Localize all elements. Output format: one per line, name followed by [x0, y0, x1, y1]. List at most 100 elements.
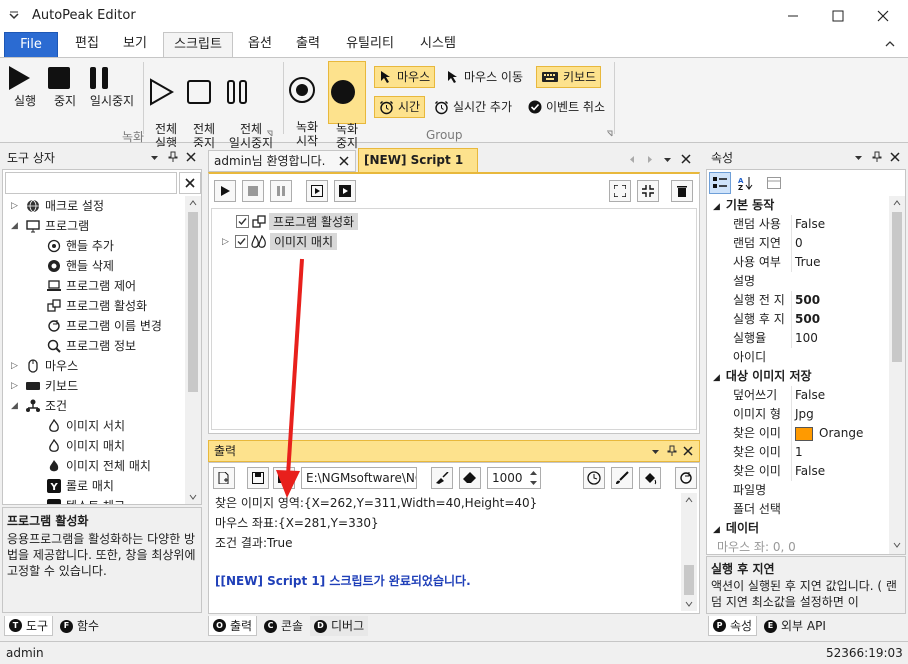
- tree-item-keyboard[interactable]: ▷ 키보드: [11, 376, 78, 396]
- new-log-button[interactable]: [213, 467, 235, 489]
- property-row[interactable]: 이미지 형 Jpg: [707, 405, 889, 424]
- property-row[interactable]: 찾은 이미 1: [707, 443, 889, 462]
- dialog-launcher-icon[interactable]: [266, 130, 273, 137]
- collapse-arrow-icon[interactable]: ◢: [713, 202, 720, 212]
- pin-icon[interactable]: [168, 151, 178, 163]
- collapse-arrow-icon[interactable]: ◢: [713, 373, 720, 383]
- close-button[interactable]: [860, 0, 905, 32]
- run-script-button[interactable]: [214, 180, 236, 202]
- tree-item-add-handle[interactable]: 핸들 추가: [47, 236, 114, 256]
- stop-button[interactable]: 중지: [46, 64, 84, 108]
- property-value[interactable]: 500: [791, 291, 887, 310]
- run-from-here-button[interactable]: [334, 180, 356, 202]
- property-row[interactable]: 랜덤 사용 False: [707, 215, 889, 234]
- pin-icon[interactable]: [667, 445, 677, 457]
- tab-properties[interactable]: P 속성: [708, 616, 758, 636]
- script-line[interactable]: 프로그램 활성화: [236, 213, 359, 230]
- mouse-toggle[interactable]: 마우스: [374, 66, 436, 88]
- checkbox-checked[interactable]: [235, 235, 248, 248]
- interval-spinner[interactable]: 1000: [487, 467, 541, 489]
- spin-down-icon[interactable]: [530, 480, 537, 486]
- tree-item-program-control[interactable]: 프로그램 제어: [47, 276, 136, 296]
- scroll-up-icon[interactable]: [189, 200, 197, 206]
- scroll-thumb[interactable]: [684, 565, 694, 595]
- scroll-thumb[interactable]: [188, 212, 198, 392]
- expand-all-button[interactable]: [609, 180, 631, 202]
- tree-item-image-match[interactable]: 이미지 매치: [47, 436, 125, 456]
- tab-options[interactable]: 옵션: [239, 32, 281, 58]
- property-row[interactable]: 파일명: [707, 481, 889, 500]
- close-icon[interactable]: [186, 152, 196, 162]
- dropdown-icon[interactable]: [150, 153, 159, 162]
- property-value[interactable]: Jpg: [791, 405, 887, 424]
- maximize-button[interactable]: [815, 0, 860, 32]
- scroll-up-icon[interactable]: [893, 200, 901, 206]
- property-row[interactable]: 아이디: [707, 348, 889, 367]
- tree-item-delete-handle[interactable]: 핸들 삭제: [47, 256, 114, 276]
- dropdown-icon[interactable]: [663, 155, 672, 164]
- tree-item-program[interactable]: ◢ 프로그램: [11, 216, 89, 236]
- color-swatch[interactable]: [795, 426, 813, 441]
- scroll-thumb[interactable]: [892, 212, 902, 362]
- tab-welcome[interactable]: admin님 환영합니다.: [208, 150, 356, 172]
- property-category[interactable]: ◢ 데이터: [707, 519, 889, 538]
- dropdown-icon[interactable]: [651, 447, 660, 456]
- clean-log-button[interactable]: [431, 467, 453, 489]
- pause-script-button[interactable]: [270, 180, 292, 202]
- tab-file[interactable]: File: [4, 32, 58, 58]
- fill-button[interactable]: [639, 467, 661, 489]
- property-value[interactable]: False: [791, 215, 887, 234]
- property-pages-button[interactable]: [763, 172, 785, 194]
- property-category[interactable]: ◢ 기본 동작: [707, 196, 889, 215]
- tab-system[interactable]: 시스템: [410, 32, 466, 58]
- scroll-down-icon[interactable]: [893, 542, 901, 548]
- tree-item-mouse[interactable]: ▷ 마우스: [11, 356, 78, 376]
- expand-arrow-icon[interactable]: ▷: [222, 237, 232, 247]
- property-value[interactable]: 1: [791, 443, 887, 462]
- pin-icon[interactable]: [872, 151, 882, 163]
- record-stop-button[interactable]: 녹화 중지: [328, 61, 366, 150]
- tree-item-image-full-match[interactable]: 이미지 전체 매치: [47, 456, 151, 476]
- categorized-button[interactable]: [709, 172, 731, 194]
- tree-item-image-search[interactable]: 이미지 서치: [47, 416, 125, 436]
- minimize-button[interactable]: [770, 0, 815, 32]
- run-selected-button[interactable]: [306, 180, 328, 202]
- tab-output[interactable]: 출력: [287, 32, 329, 58]
- pen-button[interactable]: [611, 467, 633, 489]
- checkbox-checked[interactable]: [236, 215, 249, 228]
- clear-search-button[interactable]: [179, 172, 201, 194]
- mouse-move-toggle[interactable]: 마우스 이동: [442, 66, 527, 88]
- system-menu-icon[interactable]: [8, 10, 20, 22]
- property-row[interactable]: 실행 전 지 500: [707, 291, 889, 310]
- tab-edit[interactable]: 편집: [66, 32, 108, 58]
- spin-up-icon[interactable]: [530, 470, 537, 476]
- time-toggle[interactable]: 시간: [374, 96, 426, 118]
- tree-item-condition[interactable]: ◢ 조건: [11, 396, 67, 416]
- tab-debug[interactable]: D 디버그: [310, 616, 369, 636]
- tab-utility[interactable]: 유틸리티: [337, 32, 403, 58]
- collapse-all-button[interactable]: [637, 180, 659, 202]
- dialog-launcher-icon[interactable]: [606, 130, 613, 137]
- dropdown-icon[interactable]: [854, 153, 863, 162]
- record-start-button[interactable]: 녹화 시작: [288, 62, 326, 162]
- output-scrollbar[interactable]: [681, 493, 697, 611]
- script-line[interactable]: ▷ 이미지 매치: [222, 233, 338, 250]
- property-row-collapsed[interactable]: 마우스 좌: 0, 0: [717, 538, 796, 554]
- delete-button[interactable]: [671, 180, 693, 202]
- property-row[interactable]: 실행율 100: [707, 329, 889, 348]
- toolbox-scrollbar[interactable]: [185, 196, 201, 504]
- property-row[interactable]: 실행 후 지 500: [707, 310, 889, 329]
- close-icon[interactable]: [683, 446, 693, 456]
- save-log-button[interactable]: [247, 467, 269, 489]
- tree-item-text-check[interactable]: 텍스트 체크: [47, 496, 125, 504]
- property-value[interactable]: 500: [791, 310, 887, 329]
- tab-view[interactable]: 보기: [114, 32, 156, 58]
- scroll-left-icon[interactable]: [628, 155, 636, 164]
- property-value[interactable]: 100: [791, 329, 887, 348]
- property-row[interactable]: 찾은 이미 False: [707, 462, 889, 481]
- property-row[interactable]: 사용 여부 True: [707, 253, 889, 272]
- scroll-right-icon[interactable]: [646, 155, 654, 164]
- scroll-up-icon[interactable]: [685, 497, 693, 503]
- tree-item-yolo-match[interactable]: Y 롤로 매치: [47, 476, 114, 496]
- scroll-down-icon[interactable]: [189, 494, 197, 500]
